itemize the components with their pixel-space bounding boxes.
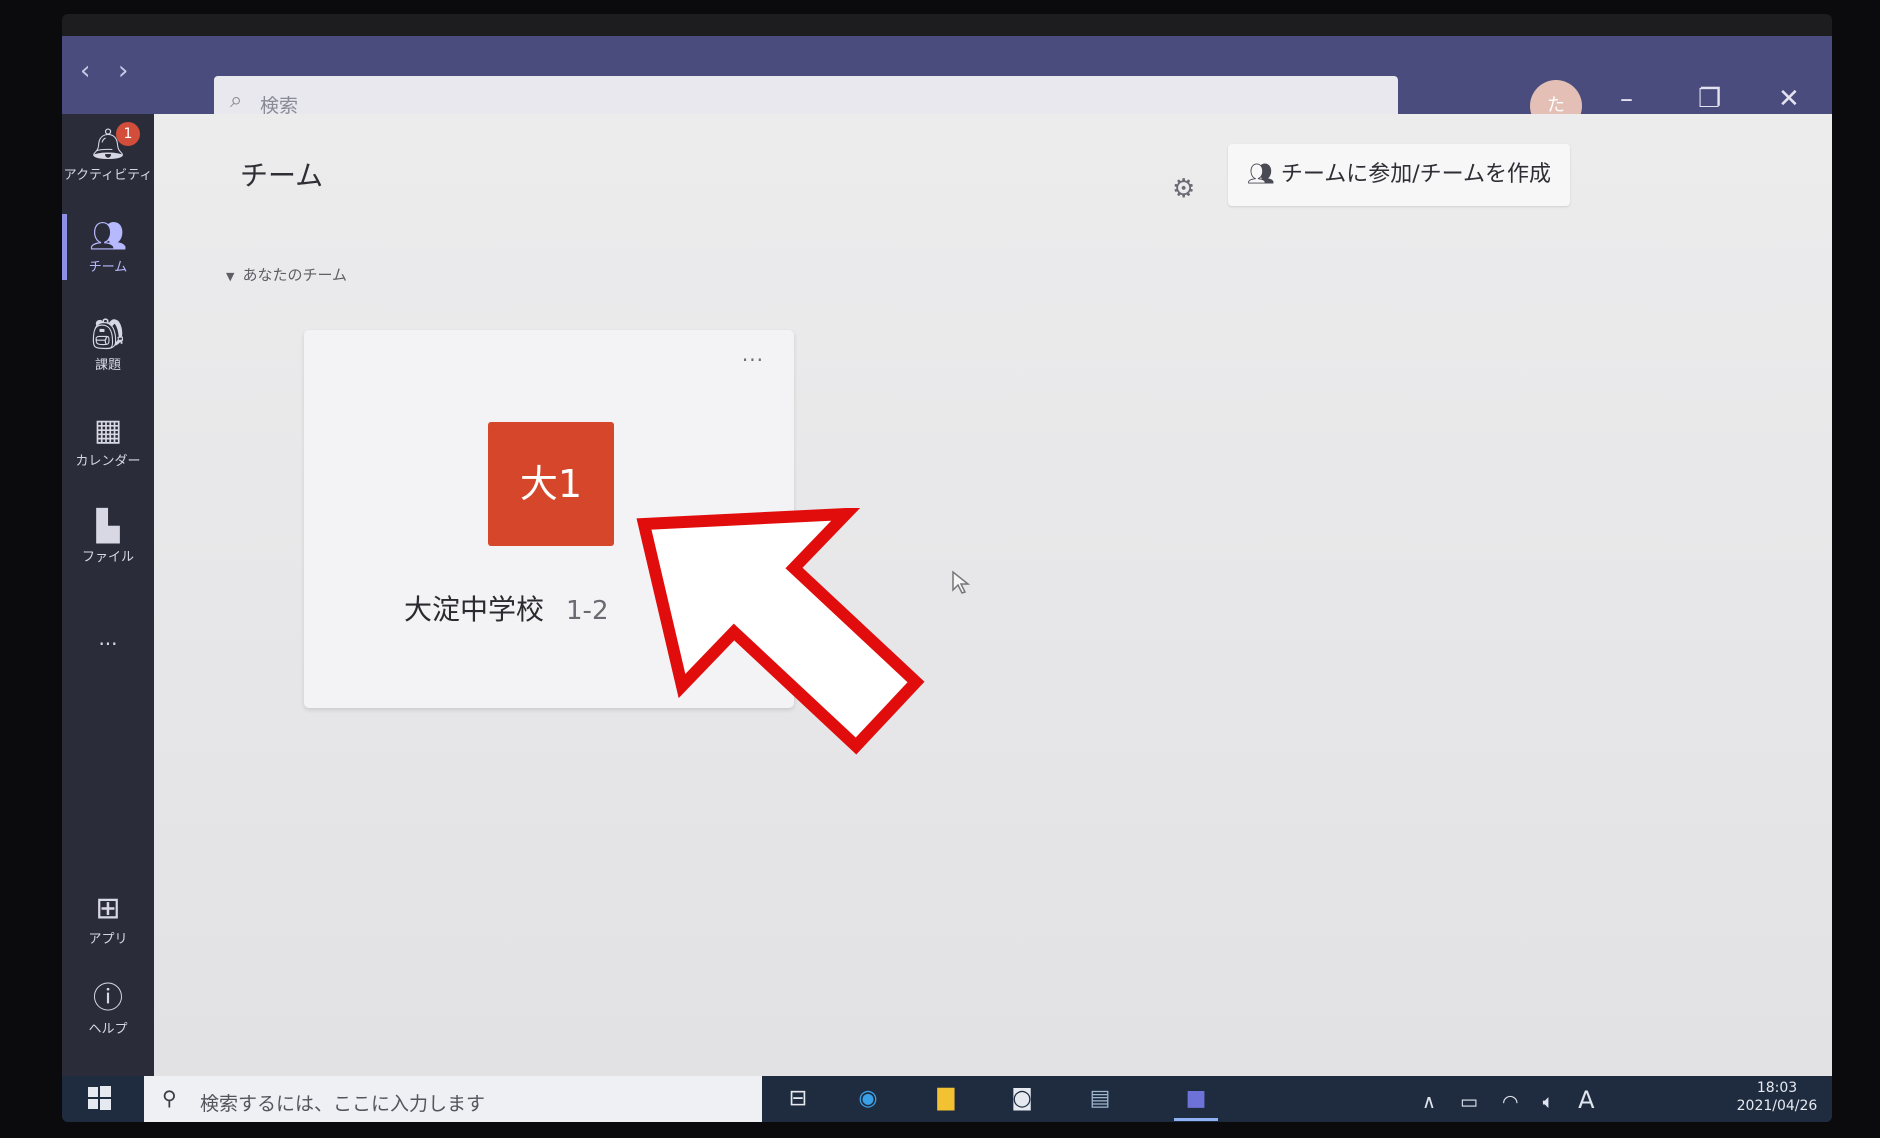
file-explorer-icon[interactable]: ▇: [930, 1084, 962, 1114]
main-content: チーム ⚙ 👥︎ チームに参加/チームを作成 ▼ あなたのチーム ··· 大1 大淀…: [154, 114, 1832, 1076]
forward-arrow-icon[interactable]: ›: [118, 56, 128, 86]
bell-icon: 🔔︎: [88, 127, 128, 162]
rail-item-files[interactable]: ▙ ファイル: [62, 509, 154, 566]
search-icon: ⚲: [162, 1086, 177, 1110]
taskbar-search-placeholder: 検索するには、ここに入力します: [200, 1093, 486, 1115]
backpack-icon: 🎒︎: [88, 317, 128, 352]
apps-icon: ⊞: [95, 891, 121, 926]
more-icon: ...: [98, 626, 118, 650]
task-view-icon[interactable]: ⊟: [782, 1084, 814, 1114]
speaker-icon[interactable]: 🔈︎: [1543, 1091, 1554, 1113]
your-teams-section-header[interactable]: ▼ あなたのチーム: [226, 264, 347, 285]
taskbar-search-input[interactable]: ⚲ 検索するには、ここに入力します: [144, 1076, 762, 1122]
join-button-label: チームに参加/チームを作成: [1280, 162, 1552, 187]
rail-item-more[interactable]: ...: [62, 624, 154, 650]
page-title: チーム: [240, 159, 324, 192]
mouse-cursor-icon: [952, 570, 971, 594]
notification-badge: 1: [116, 122, 140, 146]
team-class: 1-2: [566, 596, 609, 626]
rail-item-activity[interactable]: 🔔︎ 1 アクティビティ: [62, 122, 154, 183]
rail-item-teams[interactable]: 👥︎ チーム: [62, 214, 154, 280]
chevron-up-icon[interactable]: ∧: [1422, 1091, 1436, 1113]
add-team-icon: 👥︎: [1246, 162, 1275, 187]
join-or-create-team-button[interactable]: 👥︎ チームに参加/チームを作成: [1228, 144, 1570, 206]
back-arrow-icon[interactable]: ‹: [80, 56, 90, 86]
team-school-name: 大淀中学校: [404, 593, 545, 626]
system-tray: ∧ ▭ ◠ 🔈︎ A: [1422, 1086, 1612, 1114]
section-label: あなたのチーム: [242, 266, 348, 284]
gear-icon[interactable]: ⚙: [1172, 174, 1195, 204]
collapse-triangle-icon: ▼: [226, 270, 235, 283]
clock-time: 18:03: [1756, 1080, 1798, 1096]
more-options-icon[interactable]: ···: [742, 348, 764, 372]
search-icon: ⌕: [230, 88, 243, 113]
windows-start-icon[interactable]: [88, 1086, 112, 1110]
title-bar: ‹ › ⌕ 検索 た – ❐ ✕: [62, 36, 1832, 134]
windows-taskbar: ⚲ 検索するには、ここに入力します ⊟ ◉ ▇ ◙ ▤ ■ ∧ ▭ ◠ 🔈︎ A…: [62, 1076, 1832, 1122]
file-icon: ▙: [96, 509, 120, 544]
edge-browser-icon[interactable]: ◉: [852, 1084, 884, 1114]
red-arrow-icon: [636, 508, 925, 755]
close-icon[interactable]: ✕: [1778, 84, 1800, 114]
calendar-icon: ▦: [93, 413, 123, 448]
rail-item-assignments[interactable]: 🎒︎ 課題: [62, 317, 154, 374]
rail-item-calendar[interactable]: ▦ カレンダー: [62, 413, 154, 470]
teams-window: ‹ › ⌕ 検索 た – ❐ ✕ 🔔︎ 1 アクティビティ 👥︎ チーム 🎒︎ …: [62, 14, 1832, 1122]
team-avatar-tile: 大1: [488, 422, 614, 546]
active-app-indicator: [1174, 1118, 1218, 1121]
app-rail: 🔔︎ 1 アクティビティ 👥︎ チーム 🎒︎ 課題 ▦ カレンダー ▙ ファイル…: [62, 114, 154, 1076]
restore-icon[interactable]: ❐: [1698, 84, 1721, 114]
camera-icon[interactable]: ◙: [1006, 1084, 1038, 1114]
wifi-icon[interactable]: ◠: [1502, 1091, 1519, 1113]
whiteboard-icon[interactable]: ▤: [1084, 1084, 1116, 1114]
taskbar-clock[interactable]: 18:03 2021/04/26: [1732, 1080, 1822, 1114]
battery-icon[interactable]: ▭: [1460, 1091, 1478, 1113]
rail-item-help[interactable]: ⓘ ヘルプ: [62, 981, 154, 1038]
team-name: 大淀中学校 1-2: [404, 588, 608, 628]
teams-icon: 👥︎: [88, 219, 128, 254]
minimize-icon[interactable]: –: [1620, 84, 1633, 114]
help-icon: ⓘ: [93, 981, 123, 1016]
teams-app-icon[interactable]: ■: [1180, 1084, 1212, 1114]
ime-indicator[interactable]: A: [1578, 1086, 1594, 1114]
rail-item-apps[interactable]: ⊞ アプリ: [62, 891, 154, 948]
clock-date: 2021/04/26: [1736, 1098, 1818, 1114]
avatar-initial: た: [1547, 95, 1565, 116]
